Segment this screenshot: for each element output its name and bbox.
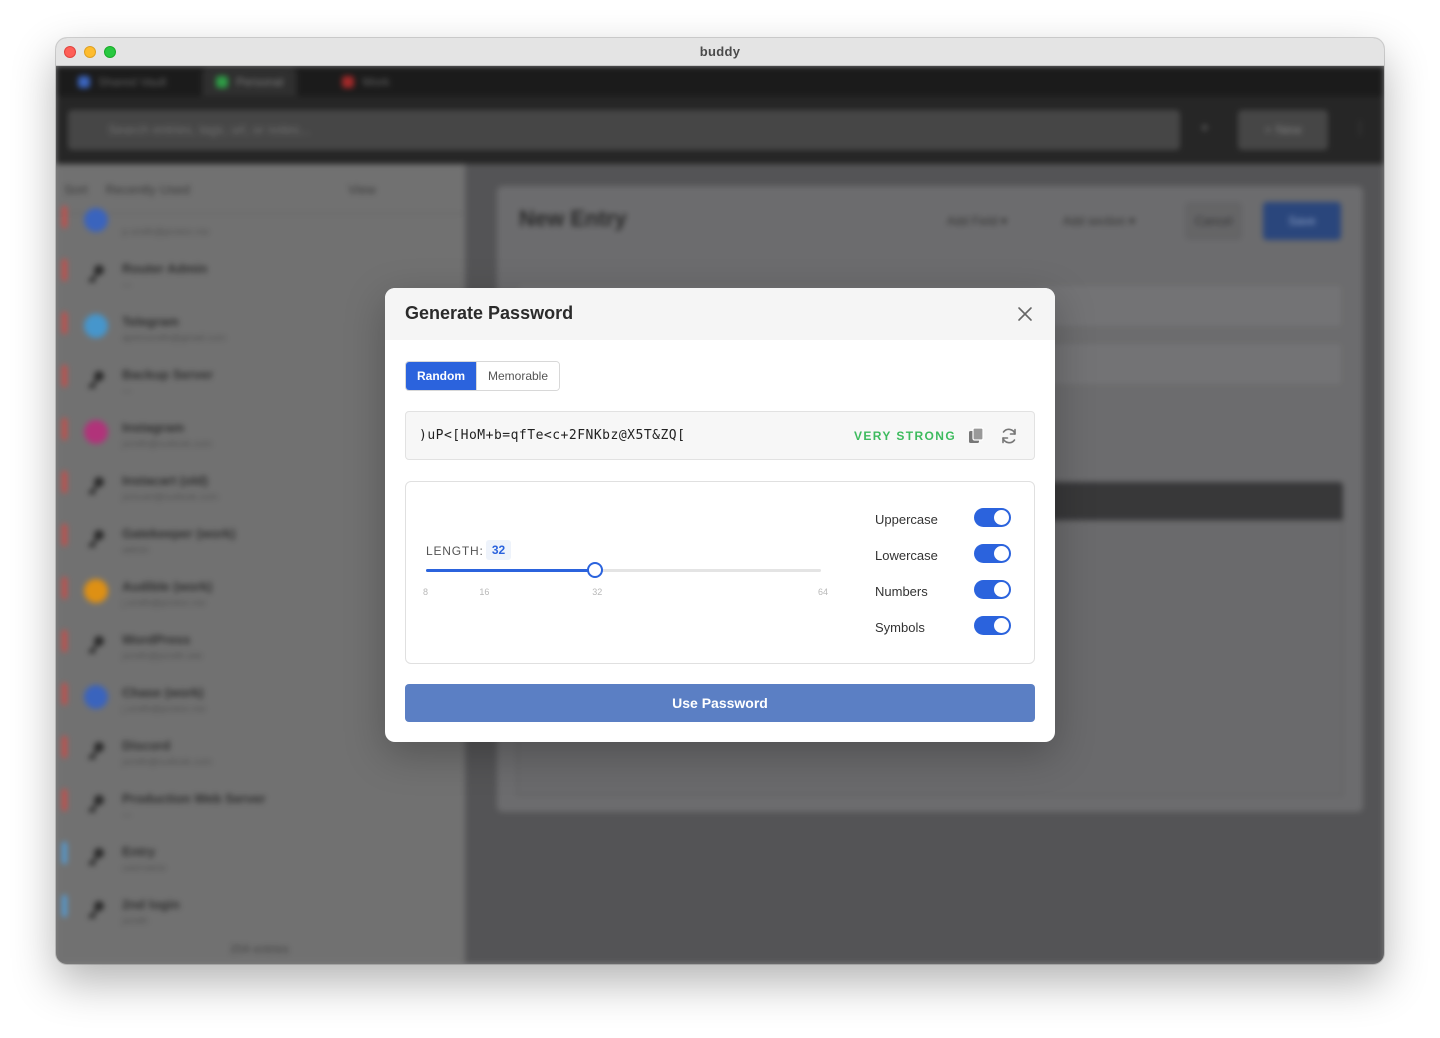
title-bar: buddy	[56, 38, 1384, 66]
use-password-button[interactable]: Use Password	[405, 684, 1035, 722]
dialog-header: Generate Password	[385, 288, 1055, 340]
password-options: LENGTH: 32 8 16 32 64 Uppercase Lowercase N…	[405, 481, 1035, 664]
generate-password-dialog: Generate Password Random Memorable )uP<[…	[385, 288, 1055, 742]
strength-indicator: VERY STRONG	[854, 429, 957, 443]
copy-icon[interactable]	[966, 426, 986, 446]
numbers-toggle[interactable]	[974, 580, 1011, 599]
numbers-label: Numbers	[875, 584, 928, 599]
slider-tick-label: 32	[592, 587, 603, 597]
generated-password: )uP<[HoM+b=qfTe<c+2FNKbz@X5T&ZQ[	[419, 428, 686, 443]
slider-tick-label: 16	[479, 587, 490, 597]
refresh-icon[interactable]	[999, 426, 1019, 446]
toggle-knob	[994, 546, 1009, 561]
slider-tick-label: 8	[423, 587, 429, 597]
symbols-toggle[interactable]	[974, 616, 1011, 635]
window-title: buddy	[699, 44, 741, 59]
password-display: )uP<[HoM+b=qfTe<c+2FNKbz@X5T&ZQ[ VERY ST…	[405, 411, 1035, 460]
dialog-title: Generate Password	[405, 303, 574, 323]
slider-fill	[426, 569, 596, 572]
uppercase-toggle[interactable]	[974, 508, 1011, 527]
toggle-knob	[994, 510, 1009, 525]
length-value: 32	[486, 540, 511, 560]
close-icon[interactable]	[1015, 304, 1035, 324]
mode-toggle-group: Random Memorable	[405, 361, 561, 391]
slider-tick-label: 64	[818, 587, 829, 597]
slider-thumb[interactable]	[587, 562, 604, 578]
lowercase-toggle[interactable]	[974, 544, 1011, 563]
mode-random-button[interactable]: Random	[406, 362, 476, 390]
toggle-knob	[994, 618, 1009, 633]
mode-memorable-button[interactable]: Memorable	[476, 362, 560, 390]
length-label: LENGTH:	[426, 544, 484, 558]
length-slider[interactable]	[426, 562, 821, 578]
symbols-label: Symbols	[875, 620, 925, 635]
uppercase-label: Uppercase	[875, 512, 938, 527]
toggle-knob	[994, 582, 1009, 597]
lowercase-label: Lowercase	[875, 548, 938, 563]
